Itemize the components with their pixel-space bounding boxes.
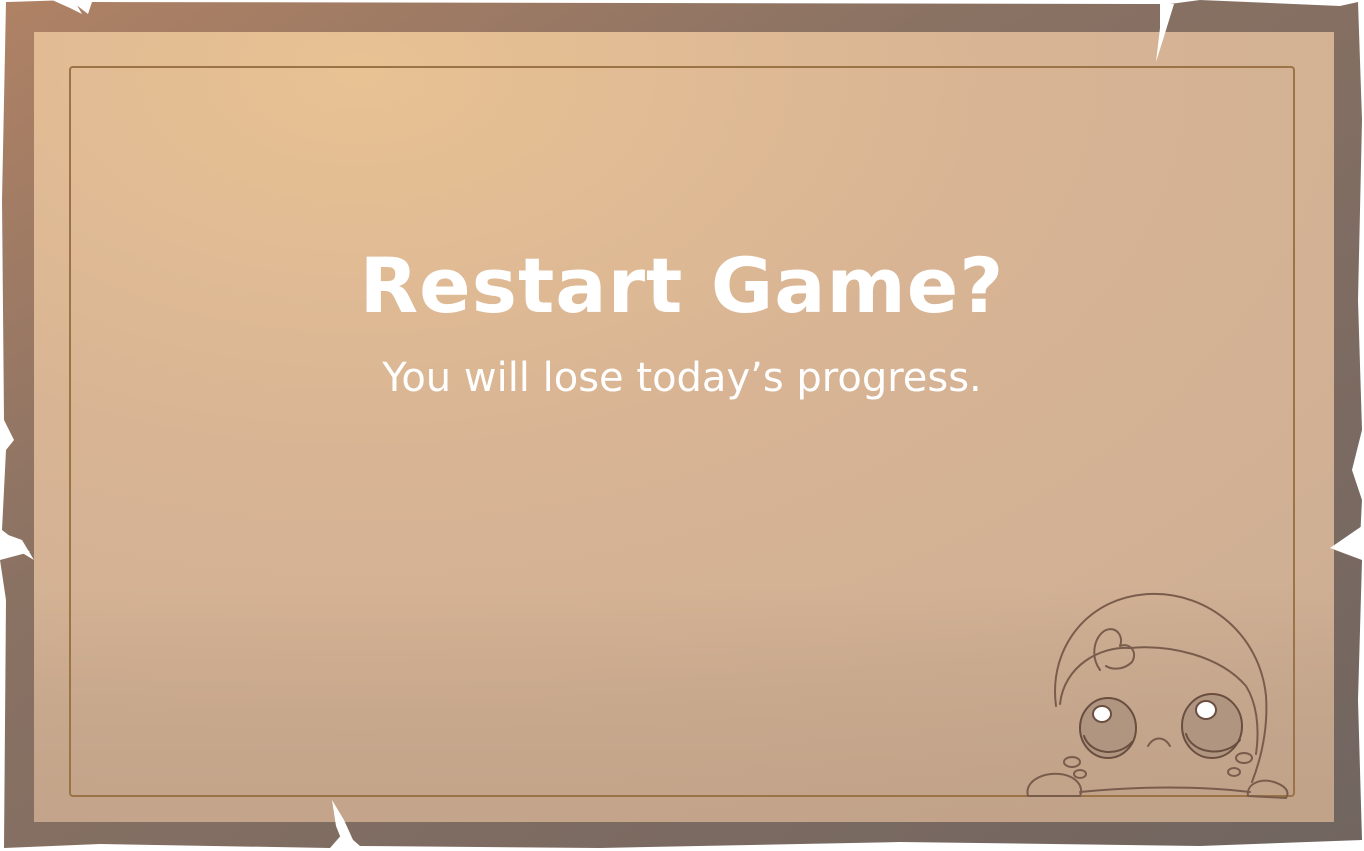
peeking-sad-creature-icon [1026,592,1289,799]
restart-dialog: Restart Game? You will lose today’s prog… [0,0,1364,851]
dialog-title: Restart Game? [359,241,1005,330]
dialog-message: You will lose today’s progress. [382,355,982,401]
